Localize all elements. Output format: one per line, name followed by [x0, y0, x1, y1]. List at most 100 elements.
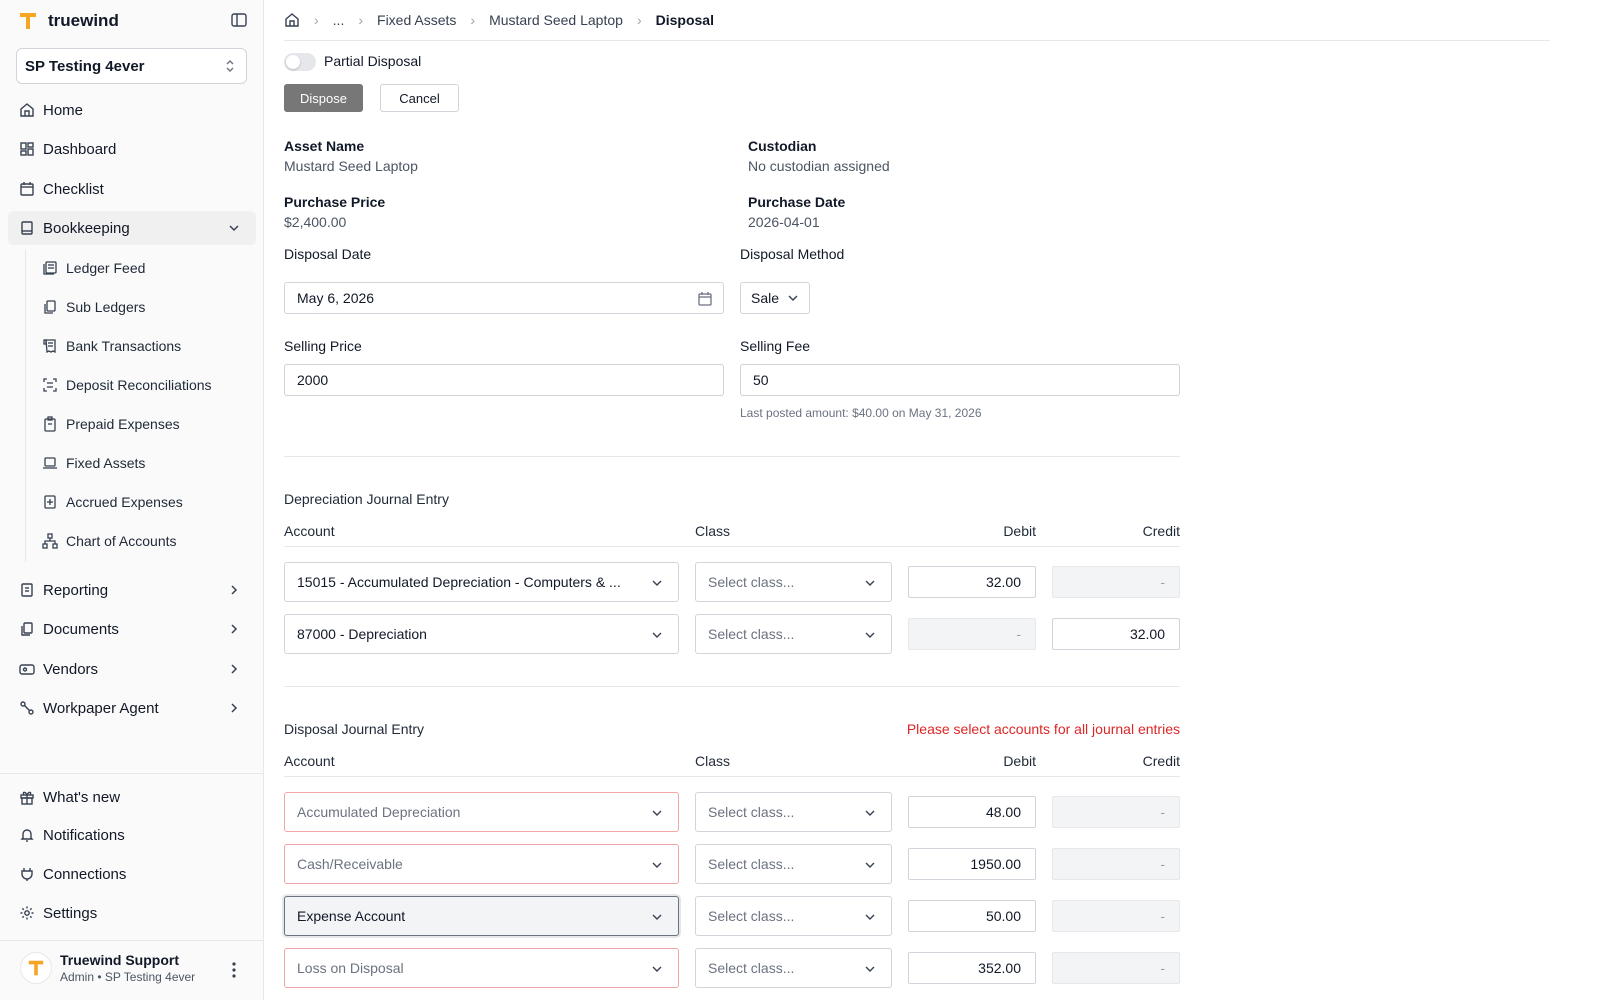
sidebar-item-label: Accrued Expenses: [66, 494, 183, 510]
disp-account-select-3[interactable]: Expense Account: [284, 896, 679, 936]
dep-debit-input-1[interactable]: 32.00: [908, 566, 1036, 598]
nav-dashboard-label: Dashboard: [43, 140, 117, 158]
disp-debit-input-1[interactable]: 48.00: [908, 796, 1036, 828]
breadcrumb-fixed-assets[interactable]: Fixed Assets: [377, 12, 456, 28]
nav-home[interactable]: Home: [8, 93, 256, 127]
nav-reporting[interactable]: Reporting: [8, 573, 256, 607]
disp-class-select-2[interactable]: Select class...: [695, 844, 892, 884]
receipt-icon: [43, 339, 56, 354]
nav-checklist-label: Checklist: [43, 180, 104, 198]
col-debit: Debit: [1003, 753, 1036, 769]
nav-documents[interactable]: Documents: [8, 612, 256, 646]
chevron-right-icon: [231, 664, 238, 674]
chevron-down-icon: [865, 810, 875, 816]
file-plus-icon: [44, 495, 56, 509]
breadcrumb-asset[interactable]: Mustard Seed Laptop: [489, 12, 623, 28]
partial-disposal-toggle[interactable]: [284, 53, 316, 71]
nav-checklist[interactable]: Checklist: [8, 172, 256, 206]
cancel-button[interactable]: Cancel: [380, 84, 459, 112]
chevron-right-icon: [231, 703, 238, 713]
dispose-button[interactable]: Dispose: [284, 84, 363, 112]
section-divider: [284, 686, 1180, 687]
brand[interactable]: truewind: [18, 10, 119, 32]
dep-account-select-1[interactable]: 15015 - Accumulated Depreciation - Compu…: [284, 562, 679, 602]
disp-class-select-1[interactable]: Select class...: [695, 792, 892, 832]
selling-fee-hint: Last posted amount: $40.00 on May 31, 20…: [740, 406, 982, 420]
disposal-method-select[interactable]: Sale: [740, 282, 810, 314]
nav-vendors-label: Vendors: [43, 660, 99, 678]
disp-debit-input-4[interactable]: 352.00: [908, 952, 1036, 984]
dep-account-select-2[interactable]: 87000 - Depreciation: [284, 614, 679, 654]
user-name: Truewind Support: [60, 952, 179, 968]
sidebar-item-chart-of-accounts[interactable]: Chart of Accounts: [34, 525, 254, 557]
nav-bookkeeping[interactable]: Bookkeeping: [8, 211, 256, 245]
nav-whats-new[interactable]: What's new: [8, 780, 256, 814]
depreciation-je-title: Depreciation Journal Entry: [284, 491, 449, 507]
class-placeholder: Select class...: [708, 960, 795, 976]
breadcrumb-ellipsis[interactable]: ...: [333, 12, 345, 28]
class-placeholder: Select class...: [708, 574, 795, 590]
agent-icon: [20, 701, 34, 715]
sidebar-item-deposit-reconciliations[interactable]: Deposit Reconciliations: [34, 369, 254, 401]
header-divider: [284, 40, 1550, 41]
disp-account-select-1[interactable]: Accumulated Depreciation: [284, 792, 679, 832]
nav-settings[interactable]: Settings: [8, 896, 256, 930]
disp-debit-input-2[interactable]: 1950.00: [908, 848, 1036, 880]
user-profile[interactable]: Truewind Support Admin • SP Testing 4eve…: [20, 952, 195, 984]
dep-credit-input-1: -: [1052, 566, 1180, 598]
sidebar-toggle-icon[interactable]: [230, 11, 248, 29]
dep-class-select-2[interactable]: Select class...: [695, 614, 892, 654]
dep-class-select-1[interactable]: Select class...: [695, 562, 892, 602]
chevron-down-icon: [652, 914, 662, 920]
sidebar-item-sub-ledgers[interactable]: Sub Ledgers: [34, 291, 254, 323]
disposal-method-value: Sale: [751, 290, 780, 306]
disp-class-select-3[interactable]: Select class...: [695, 896, 892, 936]
nav-notifications[interactable]: Notifications: [8, 818, 256, 852]
selling-fee-label: Selling Fee: [740, 338, 811, 354]
home-icon[interactable]: [284, 12, 300, 28]
selling-price-input[interactable]: 2000: [284, 364, 724, 396]
col-class: Class: [695, 753, 731, 769]
nav-vendors[interactable]: Vendors: [8, 652, 256, 686]
col-debit: Debit: [1003, 523, 1036, 539]
dep-account-value: 87000 - Depreciation: [297, 626, 427, 642]
sidebar-item-accrued-expenses[interactable]: Accrued Expenses: [34, 486, 254, 518]
ledger-icon: [43, 261, 57, 275]
table-header-divider: [284, 776, 1180, 777]
documents-icon: [21, 622, 33, 636]
sidebar-item-ledger-feed[interactable]: Ledger Feed: [34, 252, 254, 284]
col-account: Account: [284, 753, 335, 769]
disp-credit-input-2: -: [1052, 848, 1180, 880]
calendar-icon[interactable]: [697, 291, 713, 307]
chevron-down-icon: [865, 580, 875, 586]
sidebar-item-prepaid-expenses[interactable]: Prepaid Expenses: [34, 408, 254, 440]
disp-account-select-4[interactable]: Loss on Disposal: [284, 948, 679, 988]
disp-debit-input-3[interactable]: 50.00: [908, 900, 1036, 932]
bell-icon: [20, 829, 34, 842]
truewind-logo-icon: [28, 960, 44, 976]
col-class: Class: [695, 523, 731, 539]
dep-debit-input-2: -: [908, 618, 1036, 650]
breadcrumb-current: Disposal: [655, 12, 714, 28]
sidebar-item-label: Chart of Accounts: [66, 533, 177, 549]
vendor-card-icon: [19, 664, 35, 675]
dep-credit-input-2[interactable]: 32.00: [1052, 618, 1180, 650]
sidebar-item-label: Ledger Feed: [66, 260, 146, 276]
disp-account-select-2[interactable]: Cash/Receivable: [284, 844, 679, 884]
sidebar-item-fixed-assets[interactable]: Fixed Assets: [34, 447, 254, 479]
class-placeholder: Select class...: [708, 626, 795, 642]
disposal-date-label: Disposal Date: [284, 246, 372, 262]
disposal-date-input[interactable]: May 6, 2026: [284, 282, 724, 314]
company-select[interactable]: SP Testing 4ever: [16, 48, 247, 84]
more-vertical-icon[interactable]: [224, 960, 244, 980]
nav-dashboard[interactable]: Dashboard: [8, 132, 256, 166]
asset-name-value: Mustard Seed Laptop: [284, 158, 418, 174]
disp-class-select-4[interactable]: Select class...: [695, 948, 892, 988]
journal-error-message: Please select accounts for all journal e…: [906, 721, 1180, 737]
sidebar-item-bank-transactions[interactable]: Bank Transactions: [34, 330, 254, 362]
chevron-right-icon: [231, 624, 238, 634]
nav-notifications-label: Notifications: [43, 826, 125, 844]
selling-fee-input[interactable]: 50: [740, 364, 1180, 396]
nav-workpaper-agent[interactable]: Workpaper Agent: [8, 691, 256, 725]
nav-connections[interactable]: Connections: [8, 857, 256, 891]
